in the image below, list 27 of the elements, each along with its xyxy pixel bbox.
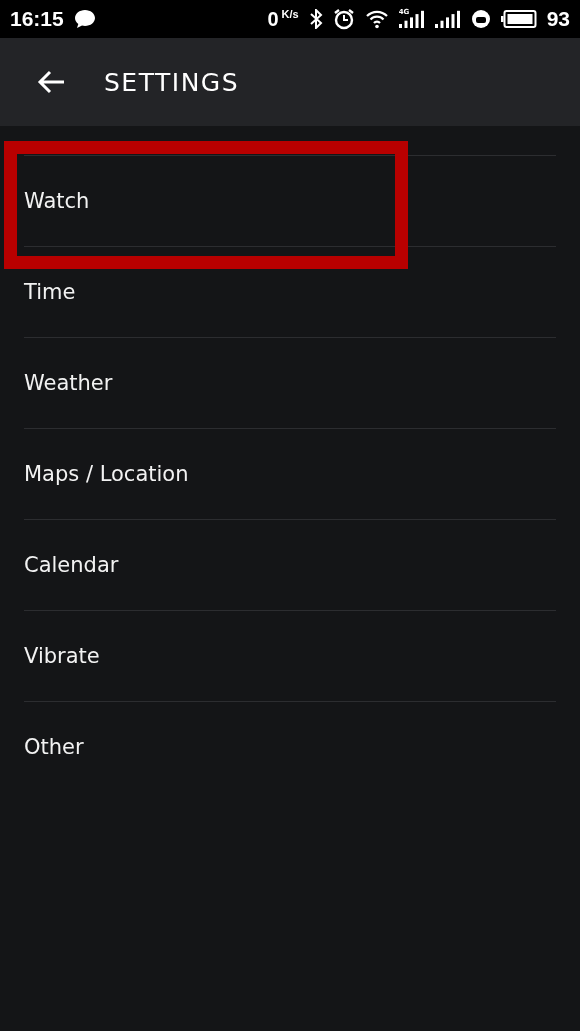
network-speed: 0	[267, 7, 279, 31]
page-title: SETTINGS	[104, 67, 240, 97]
settings-item[interactable]: Calendar	[24, 519, 556, 610]
settings-item[interactable]: Maps / Location	[24, 428, 556, 519]
settings-item[interactable]: Watch	[24, 155, 556, 246]
chat-bubble-icon	[73, 9, 96, 29]
bluetooth-icon	[308, 9, 323, 29]
settings-item[interactable]: Time	[24, 246, 556, 337]
status-time: 16:15	[10, 7, 64, 31]
settings-item-label: Vibrate	[24, 644, 100, 668]
settings-item[interactable]: Weather	[24, 337, 556, 428]
settings-item-label: Watch	[24, 189, 90, 213]
settings-item[interactable]: Other	[24, 701, 556, 792]
signal-bars-icon	[434, 10, 461, 28]
battery-icon	[500, 10, 537, 28]
signal-bars-icon	[398, 10, 425, 28]
settings-item-label: Time	[24, 280, 76, 304]
alarm-clock-icon	[332, 8, 355, 30]
battery-percent: 93	[546, 7, 570, 31]
settings-item-label: Maps / Location	[24, 462, 189, 486]
settings-item[interactable]: Vibrate	[24, 610, 556, 701]
settings-item-label: Calendar	[24, 553, 119, 577]
wifi-icon	[364, 9, 389, 29]
settings-item-label: Weather	[24, 371, 113, 395]
speed-unit: K/s	[281, 7, 299, 20]
back-button[interactable]	[36, 69, 66, 95]
settings-item-label: Other	[24, 735, 84, 759]
